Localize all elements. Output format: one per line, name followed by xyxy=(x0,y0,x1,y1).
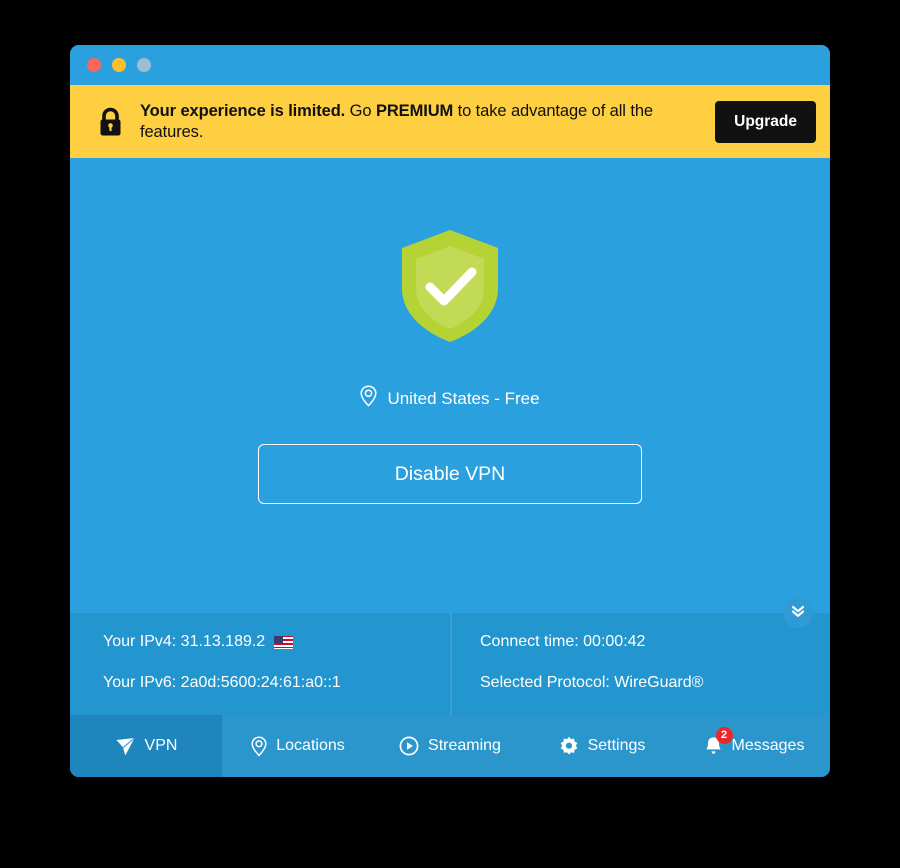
play-circle-icon xyxy=(399,736,419,756)
info-column-left: Your IPv4: 31.13.189.2 Your IPv6: 2a0d:5… xyxy=(70,613,450,715)
info-column-right: Connect time: 00:00:42 Selected Protocol… xyxy=(450,613,830,715)
connect-time-row: Connect time: 00:00:42 xyxy=(480,632,830,652)
info-divider xyxy=(450,613,452,715)
title-bar xyxy=(70,45,830,85)
nav-item-streaming[interactable]: Streaming xyxy=(374,715,526,777)
location-label: United States - Free xyxy=(387,388,540,408)
nav-label-vpn: VPN xyxy=(144,737,178,754)
ipv6-label: Your IPv6: 2a0d:5600:24:61:a0::1 xyxy=(103,674,341,691)
map-pin-icon xyxy=(251,735,267,757)
nav-item-settings[interactable]: Settings xyxy=(526,715,678,777)
lock-icon xyxy=(92,107,128,137)
nav-label-messages: Messages xyxy=(731,737,805,754)
disable-vpn-label: Disable VPN xyxy=(394,462,506,485)
banner-mid-text: Go xyxy=(345,101,376,120)
ipv6-row: Your IPv6: 2a0d:5600:24:61:a0::1 xyxy=(103,673,450,693)
bell-icon: 2 xyxy=(704,726,733,757)
map-pin-icon xyxy=(360,385,377,412)
gear-icon xyxy=(559,736,579,756)
close-window-button[interactable] xyxy=(87,58,101,72)
bottom-navigation: VPN Locations Streaming Settings 2 Messa… xyxy=(70,715,830,777)
nav-item-locations[interactable]: Locations xyxy=(222,715,374,777)
protocol-row: Selected Protocol: WireGuard® xyxy=(480,673,830,693)
protocol-label: Selected Protocol: WireGuard® xyxy=(480,674,704,691)
nav-item-messages[interactable]: 2 Messages xyxy=(678,715,830,777)
ipv4-label: Your IPv4: 31.13.189.2 xyxy=(103,633,266,650)
connection-info-panel: Your IPv4: 31.13.189.2 Your IPv6: 2a0d:5… xyxy=(70,613,830,715)
current-location: United States - Free xyxy=(360,385,540,412)
send-plane-icon xyxy=(115,736,136,757)
nav-label-settings: Settings xyxy=(587,737,646,754)
banner-premium-word: PREMIUM xyxy=(375,101,454,120)
maximize-window-button[interactable] xyxy=(137,58,151,72)
collapse-panel-button[interactable] xyxy=(783,598,813,628)
connect-time-label: Connect time: 00:00:42 xyxy=(480,633,646,650)
us-flag-icon xyxy=(274,635,294,649)
nav-item-vpn[interactable]: VPN xyxy=(70,715,222,777)
disable-vpn-button[interactable]: Disable VPN xyxy=(258,444,642,504)
banner-message: Your experience is limited. Go PREMIUM t… xyxy=(128,101,715,143)
chevron-double-down-icon xyxy=(790,603,806,624)
nav-label-streaming: Streaming xyxy=(428,737,501,754)
minimize-window-button[interactable] xyxy=(112,58,126,72)
nav-label-locations: Locations xyxy=(276,737,345,754)
vpn-main-area: United States - Free Disable VPN xyxy=(70,158,830,628)
messages-badge: 2 xyxy=(715,726,733,744)
ipv4-row: Your IPv4: 31.13.189.2 xyxy=(103,632,450,652)
banner-bold-lead: Your experience is limited. xyxy=(140,101,346,120)
app-window: Your experience is limited. Go PREMIUM t… xyxy=(70,45,830,777)
premium-banner: Your experience is limited. Go PREMIUM t… xyxy=(70,85,830,158)
upgrade-button[interactable]: Upgrade xyxy=(715,100,816,143)
shield-check-icon xyxy=(396,226,504,351)
